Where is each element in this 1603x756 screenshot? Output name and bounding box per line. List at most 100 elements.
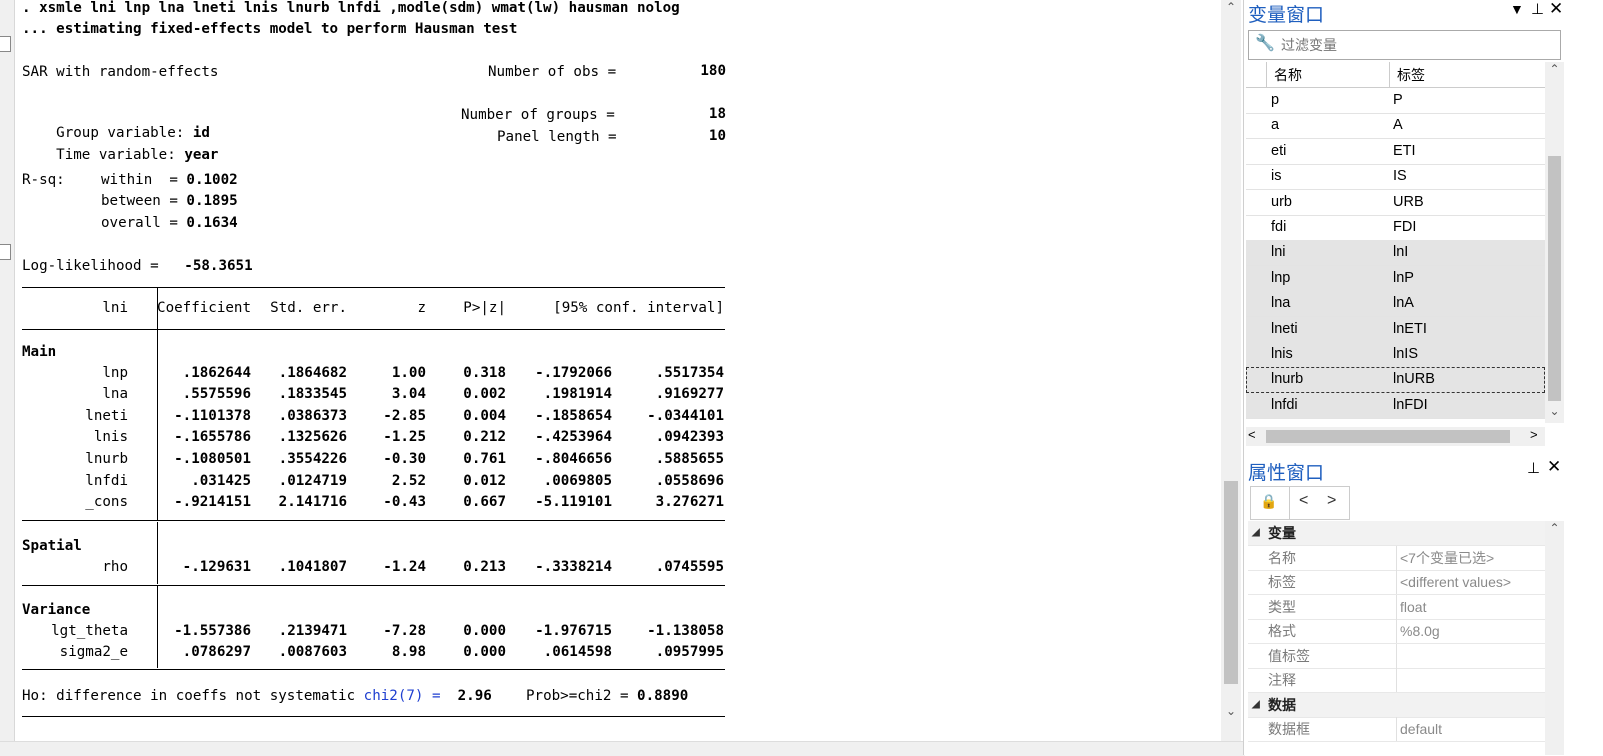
var-label: lnP <box>1393 269 1414 286</box>
wrench-icon[interactable]: 🔧 <box>1255 33 1275 53</box>
strip-marker[interactable] <box>0 244 11 260</box>
prop-window-title: 属性窗口 <box>1248 463 1325 484</box>
table-cell: -.0344101 <box>647 407 724 424</box>
results-scrollbar[interactable]: ⌃ ⌄ <box>1221 0 1241 741</box>
var-label: lnETI <box>1393 320 1427 337</box>
var-row[interactable]: lni lnI <box>1246 240 1545 267</box>
var-row[interactable]: is IS <box>1246 164 1545 191</box>
filter-input[interactable] <box>1279 35 1553 55</box>
col-z: z <box>417 300 426 316</box>
table-cell: .1981914 <box>543 386 612 403</box>
table-cell: 0.000 <box>463 622 506 639</box>
prob-label: Prob>=chi2 = <box>525 688 629 704</box>
scrollbar-thumb[interactable] <box>1548 156 1561 401</box>
var-row[interactable]: aA <box>1246 113 1545 140</box>
prop-divider <box>1396 619 1397 643</box>
prop-row[interactable]: 值标签 <box>1248 643 1545 669</box>
var-row[interactable]: lneti lnETI <box>1246 316 1545 343</box>
close-icon[interactable]: ✕ <box>1549 0 1563 19</box>
col-name-header[interactable]: 名称 <box>1274 65 1302 85</box>
var-name: lnurb <box>1271 371 1304 388</box>
chevron-up-icon[interactable]: ⌃ <box>1545 62 1564 76</box>
model-title: SAR with random-effects <box>22 64 219 80</box>
var-row[interactable]: lnp lnP <box>1246 265 1545 292</box>
filter-box[interactable]: 🔧 <box>1248 30 1561 60</box>
row-variable: rho <box>102 558 128 575</box>
info-line: ... estimating fixed-effects model to pe… <box>22 21 518 37</box>
prop-row[interactable]: 注释 <box>1248 668 1545 693</box>
chevron-up-icon[interactable]: ⌃ <box>1545 521 1564 535</box>
scrollbar-thumb[interactable] <box>1266 430 1510 443</box>
column-separator[interactable] <box>1389 62 1390 87</box>
table-cell: 3.276271 <box>655 494 724 511</box>
column-separator[interactable] <box>1266 62 1267 87</box>
var-row[interactable]: urb URB <box>1246 190 1545 216</box>
var-label: lnFDI <box>1393 396 1428 413</box>
prop-row[interactable]: 名称 <7个变量已选> <box>1248 545 1545 571</box>
table-cell: 0.213 <box>463 558 506 575</box>
within-value: 0.1002 <box>186 172 238 188</box>
prop-row[interactable]: 格式 %8.0g <box>1248 619 1545 644</box>
var-label: lnI <box>1393 244 1409 261</box>
filter-icon[interactable]: ▼ <box>1510 1 1524 17</box>
prop-divider <box>1396 668 1397 692</box>
table-rule <box>22 585 725 586</box>
var-row[interactable]: lnurb lnURB <box>1246 367 1545 394</box>
row-variable: lnis <box>93 429 128 446</box>
table-cell: .0069805 <box>543 472 612 489</box>
time-label: Time variable: <box>56 147 176 163</box>
var-list-vscroll[interactable]: ⌃ ⌄ <box>1545 62 1564 423</box>
chevron-down-icon[interactable]: ⌄ <box>1545 404 1564 418</box>
chevron-down-icon[interactable]: ⌄ <box>1221 704 1241 718</box>
var-label: IS <box>1393 168 1407 185</box>
var-row[interactable]: lnfdi lnFDI <box>1246 392 1545 419</box>
chevron-left-icon[interactable]: < <box>1248 427 1256 442</box>
chevron-left-icon[interactable]: < <box>1299 492 1308 510</box>
var-row[interactable]: pP <box>1246 88 1545 114</box>
table-rule <box>22 287 725 288</box>
collapse-icon[interactable]: ◢ <box>1252 693 1260 717</box>
collapse-icon[interactable]: ◢ <box>1252 521 1260 545</box>
pin-icon[interactable]: ⊥ <box>1527 459 1540 477</box>
var-label: A <box>1393 117 1403 134</box>
prop-value: <7个变量已选> <box>1400 549 1495 566</box>
var-name: lni <box>1271 244 1286 261</box>
scrollbar-thumb[interactable] <box>1224 481 1238 684</box>
rsq-within: within = 0.1002 <box>101 171 238 189</box>
var-name: fdi <box>1271 219 1287 235</box>
row-variable: lna <box>102 386 128 403</box>
table-cell: .0745595 <box>655 558 724 575</box>
table-cell: -5.119101 <box>535 494 612 511</box>
chevron-right-icon[interactable]: > <box>1327 492 1336 510</box>
var-row[interactable]: eti ETI <box>1246 139 1545 165</box>
prop-key: 值标签 <box>1268 647 1310 664</box>
var-label: lnA <box>1393 295 1414 312</box>
col-label-header[interactable]: 标签 <box>1397 65 1425 85</box>
close-icon[interactable]: ✕ <box>1547 457 1561 477</box>
var-row[interactable]: fdi FDI <box>1246 215 1545 241</box>
var-list-hscroll[interactable]: < > <box>1246 427 1545 446</box>
prop-divider <box>1396 717 1397 741</box>
var-row[interactable]: lnis lnIS <box>1246 342 1545 368</box>
prop-group[interactable]: ◢ 变量 <box>1248 521 1545 546</box>
pin-icon[interactable]: ⊥ <box>1531 0 1544 18</box>
chevron-up-icon[interactable]: ⌃ <box>1221 0 1241 14</box>
var-name: p <box>1271 92 1280 108</box>
prop-group[interactable]: ◢ 数据 <box>1248 692 1545 718</box>
prop-row[interactable]: 标签 <different values> <box>1248 570 1545 595</box>
var-row[interactable]: lna lnA <box>1246 291 1545 318</box>
row-variable: lnfdi <box>85 472 128 489</box>
prop-value: <different values> <box>1400 574 1512 590</box>
chevron-right-icon[interactable]: > <box>1530 427 1538 442</box>
prop-group-label: 变量 <box>1268 525 1296 541</box>
prop-vscroll[interactable]: ⌃ <box>1545 521 1564 755</box>
table-cell: -.4253964 <box>535 429 612 446</box>
strip-marker[interactable] <box>0 36 11 52</box>
prop-row[interactable]: 数据框 default <box>1248 717 1545 742</box>
table-rule <box>22 669 725 670</box>
table-cell: 0.002 <box>463 386 506 403</box>
prop-row[interactable]: 类型 float <box>1248 594 1545 620</box>
lock-icon[interactable]: 🔒 <box>1260 493 1277 510</box>
var-name: lnis <box>1271 346 1293 362</box>
table-rule <box>22 329 725 330</box>
